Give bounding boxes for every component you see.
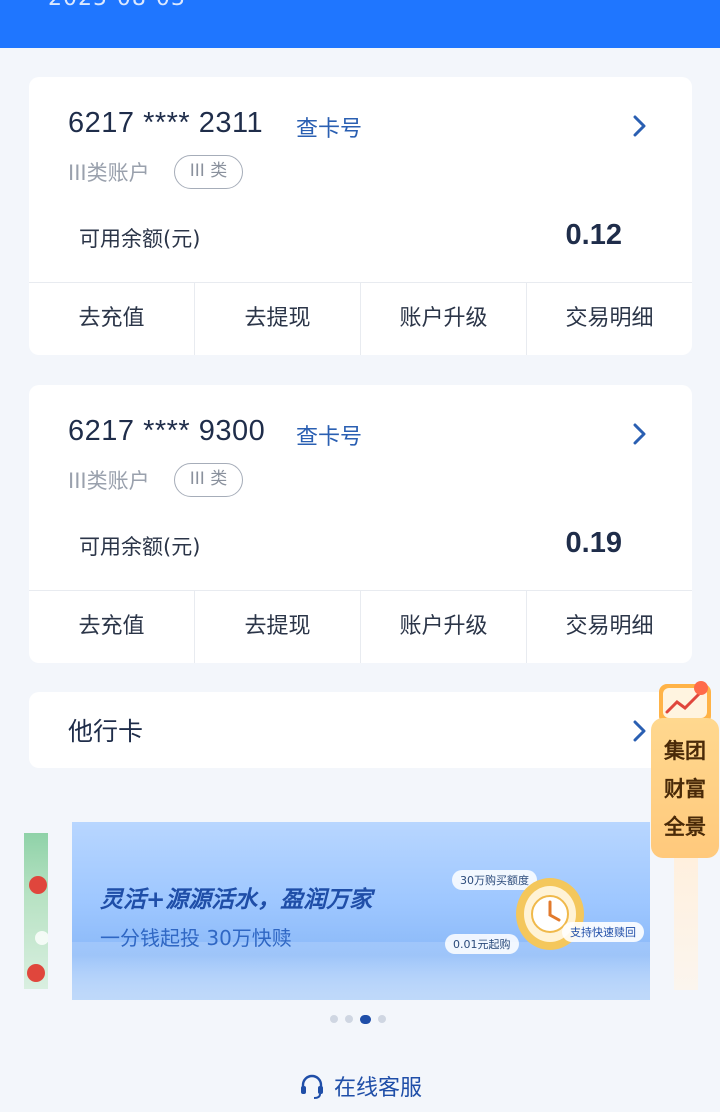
top-up-button[interactable]: 去充值 <box>29 283 195 355</box>
balance-value: 0.12 <box>565 219 622 251</box>
carousel-indicator <box>330 1015 386 1025</box>
upgrade-account-button[interactable]: 账户升级 <box>361 283 527 355</box>
upgrade-account-button[interactable]: 账户升级 <box>361 591 527 663</box>
withdraw-button[interactable]: 去提现 <box>195 591 361 663</box>
withdraw-button[interactable]: 去提现 <box>195 283 361 355</box>
view-card-number-link[interactable]: 查卡号 <box>296 419 362 451</box>
account-type: III类账户 <box>68 161 150 185</box>
other-bank-cards-row[interactable]: 他行卡 <box>29 692 692 768</box>
flower-icon <box>27 876 48 982</box>
carousel-dot[interactable] <box>330 1015 338 1023</box>
header-bar: 2025-08-03 <box>0 0 720 48</box>
banner-slogan: 灵活+源源活水，盈润万家 <box>100 887 373 913</box>
carousel-dot[interactable] <box>360 1015 371 1024</box>
transaction-details-button[interactable]: 交易明细 <box>527 283 692 355</box>
headset-icon <box>300 1074 323 1099</box>
clock-coin-icon <box>516 878 584 950</box>
top-up-button[interactable]: 去充值 <box>29 591 195 663</box>
group-wealth-widget[interactable]: 集团 财富 全景 <box>651 676 719 858</box>
balance-label: 可用余额(元) <box>79 227 201 251</box>
widget-label: 集团 财富 全景 <box>651 732 719 846</box>
promo-banner[interactable]: 灵活+源源活水，盈润万家 一分钱起投 30万快赎 30万购买额度 0.01元起购… <box>72 822 650 1000</box>
previous-banner-peek[interactable] <box>24 833 48 989</box>
account-card[interactable]: 6217 **** 9300 查卡号 III类账户 III 类 可用余额(元) … <box>29 385 692 663</box>
transaction-details-button[interactable]: 交易明细 <box>527 591 692 663</box>
account-actions: 去充值 去提现 账户升级 交易明细 <box>29 590 692 663</box>
card-number: 6217 **** 2311 <box>68 107 264 139</box>
account-class-badge: III 类 <box>174 155 243 189</box>
chevron-right-icon[interactable] <box>629 421 651 447</box>
balance-value: 0.19 <box>565 527 622 559</box>
header-date: 2025-08-03 <box>48 0 186 11</box>
online-service[interactable]: 在线客服 <box>0 1070 720 1106</box>
account-card[interactable]: 6217 **** 2311 查卡号 III类账户 III 类 可用余额(元) … <box>29 77 692 355</box>
other-bank-cards-label: 他行卡 <box>68 717 144 746</box>
balance-label: 可用余额(元) <box>79 535 201 559</box>
chevron-right-icon[interactable] <box>629 113 651 139</box>
banner-subtitle: 一分钱起投 30万快赎 <box>100 926 292 950</box>
account-class-badge: III 类 <box>174 463 243 497</box>
card-number: 6217 **** 9300 <box>68 415 266 447</box>
widget-label-line: 集团 <box>664 739 706 763</box>
widget-label-line: 财富 <box>664 777 706 801</box>
view-card-number-link[interactable]: 查卡号 <box>296 111 362 143</box>
chevron-right-icon[interactable] <box>629 718 651 744</box>
widget-label-line: 全景 <box>664 815 706 839</box>
account-actions: 去充值 去提现 账户升级 交易明细 <box>29 282 692 355</box>
banner-tag-min: 0.01元起购 <box>445 934 519 954</box>
widget-shadow <box>674 858 698 990</box>
banner-tag-redeem: 支持快速赎回 <box>562 922 644 942</box>
account-type: III类账户 <box>68 469 150 493</box>
carousel-dot[interactable] <box>378 1015 386 1023</box>
online-service-label: 在线客服 <box>333 1076 422 1101</box>
carousel-dot[interactable] <box>345 1015 353 1023</box>
